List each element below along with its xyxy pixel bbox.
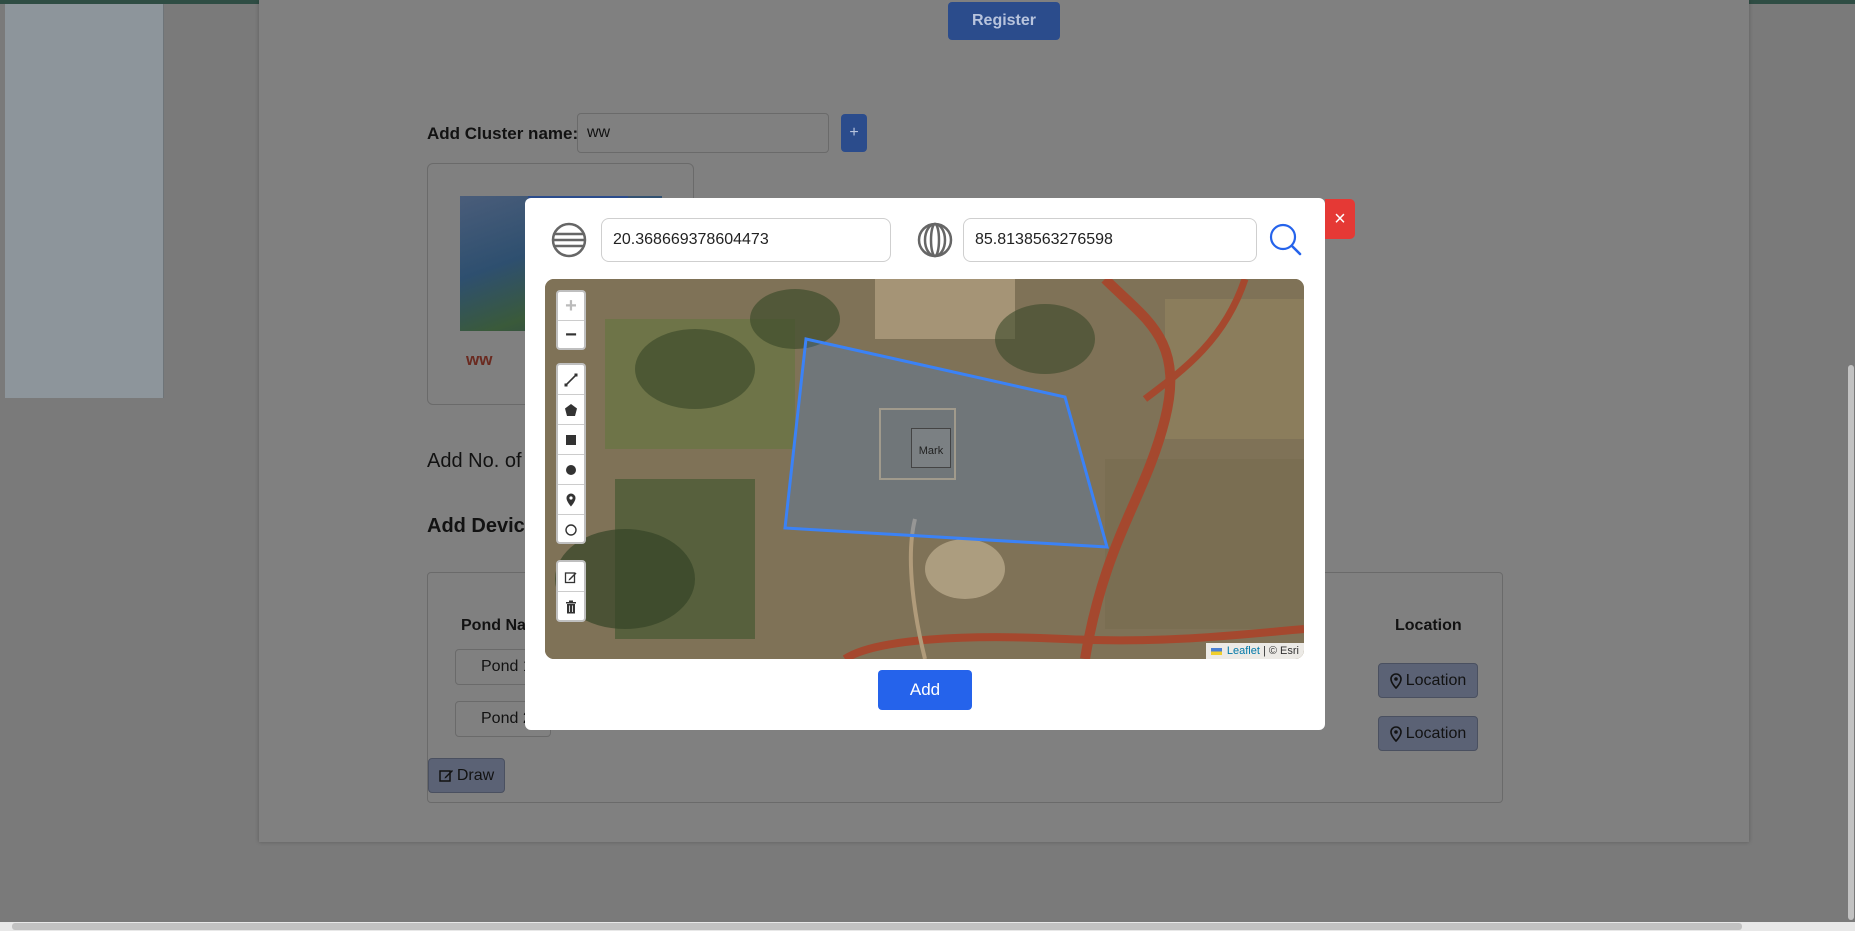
edit-icon [439, 770, 453, 782]
delete-layers-tool[interactable] [558, 592, 584, 622]
map-pin-icon [1389, 672, 1402, 689]
search-icon[interactable] [1268, 222, 1302, 256]
edit-icon [564, 571, 577, 583]
circlemarker-tool[interactable] [558, 515, 584, 545]
zoom-in-button[interactable]: + [558, 292, 584, 321]
polyline-icon [564, 373, 578, 386]
sidebar [5, 4, 164, 398]
polygon-tool[interactable] [558, 395, 584, 425]
cluster-name-input[interactable] [577, 113, 829, 153]
cluster-card-name: ww [466, 350, 493, 369]
draw-toolbar [556, 363, 586, 544]
location-button[interactable]: Location [1378, 716, 1478, 751]
draw-button[interactable]: Draw [428, 758, 505, 793]
add-cluster-button[interactable]: + [841, 114, 867, 152]
edit-toolbar [556, 560, 586, 622]
vertical-scroll-thumb[interactable] [1848, 365, 1854, 920]
trash-icon [566, 600, 576, 614]
register-button[interactable]: Register [948, 2, 1060, 40]
location-button-label: Location [1405, 671, 1467, 689]
rectangle-icon [566, 434, 576, 445]
leaflet-link[interactable]: Leaflet [1227, 645, 1260, 657]
edit-layers-tool[interactable] [558, 562, 584, 592]
marker-icon [566, 493, 576, 506]
close-modal-button[interactable]: × [1325, 199, 1355, 239]
pond-name-header: Pond Na [461, 617, 526, 634]
location-modal: + − [525, 198, 1325, 730]
ukraine-flag-icon [1210, 647, 1222, 655]
polyline-tool[interactable] [558, 365, 584, 395]
circle-tool[interactable] [558, 455, 584, 485]
horizontal-scroll-thumb[interactable] [12, 923, 1742, 930]
map-view[interactable]: + − Mark Leaflet | © Esri [545, 279, 1304, 659]
location-button-label: Location [1405, 724, 1467, 742]
draw-button-label: Draw [456, 766, 495, 784]
add-device-label: Add Devic [427, 515, 525, 537]
map-pin-icon [1389, 725, 1402, 742]
marker-alt-text: Mark [918, 445, 944, 457]
latitude-icon [551, 222, 587, 258]
map-marker-image[interactable]: Mark [911, 428, 951, 468]
longitude-input[interactable] [963, 218, 1257, 262]
zoom-out-button[interactable]: − [558, 321, 584, 349]
esri-attribution: | © Esri [1262, 645, 1299, 657]
add-location-button[interactable]: Add [878, 670, 972, 710]
circlemarker-icon [565, 524, 577, 536]
marker-tool[interactable] [558, 485, 584, 515]
location-button[interactable]: Location [1378, 663, 1478, 698]
horizontal-scrollbar[interactable] [0, 922, 1855, 931]
cluster-name-label: Add Cluster name: [427, 124, 579, 143]
longitude-icon [917, 222, 953, 258]
add-no-of-label: Add No. of [427, 450, 522, 472]
polygon-icon [565, 403, 577, 416]
location-header: Location [1395, 617, 1462, 634]
circle-icon [566, 464, 576, 475]
rectangle-tool[interactable] [558, 425, 584, 455]
satellite-map[interactable] [545, 279, 1304, 659]
map-attribution: Leaflet | © Esri [1205, 643, 1304, 659]
zoom-control: + − [556, 290, 586, 350]
latitude-input[interactable] [601, 218, 891, 262]
